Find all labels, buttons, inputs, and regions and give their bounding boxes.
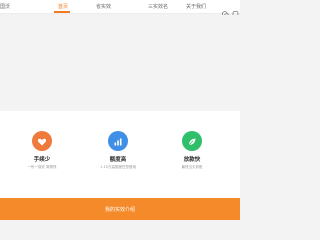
features-section: 手续少 一份一保安 简便快 额度高 1-10万高额度任您借用 放款快 最快当天到… [0,111,240,198]
feature-icon-circle [108,131,128,151]
feature-title: 额度高 [109,157,127,163]
wechat-icon[interactable] [222,3,229,18]
feature-item-high-limit: 额度高 1-10万高额度任您借用 [92,131,144,170]
feature-title: 放款快 [183,157,201,163]
feature-desc: 一份一保安 简便快 [27,165,57,169]
feature-desc: 1-10万高额度任您借用 [100,165,136,169]
feature-item-fewer-steps: 手续少 一份一保安 简便快 [16,131,68,170]
nav-active-underline [54,11,70,13]
leaf-icon [187,132,197,151]
feature-icon-circle [182,131,202,151]
banner-area [0,15,240,111]
nav-item-about[interactable]: 关于我们 [186,3,206,10]
nav-item-3[interactable]: 三实效名 [148,3,168,10]
heart-icon [37,132,47,151]
feature-title: 手续少 [33,157,51,163]
account-icon[interactable] [232,3,239,18]
page: 国沃 首页 省实效 三实效名 关于我们 手续少 一份一保安 简便快 额度高 1-… [0,0,240,220]
cta-label: 我的实效介绍 [104,206,135,213]
cta-button[interactable]: 我的实效介绍 [0,198,240,220]
brand-logo-text: 国沃 [0,4,11,10]
feature-desc: 最快当天到账 [181,165,203,169]
feature-item-fast-loan: 放款快 最快当天到账 [166,131,218,170]
top-nav: 国沃 首页 省实效 三实效名 关于我们 [0,0,240,18]
feature-icon-circle [32,131,52,151]
bar-chart-icon [113,132,123,151]
nav-item-2[interactable]: 省实效 [96,3,111,10]
nav-item-home[interactable]: 首页 [58,3,68,10]
